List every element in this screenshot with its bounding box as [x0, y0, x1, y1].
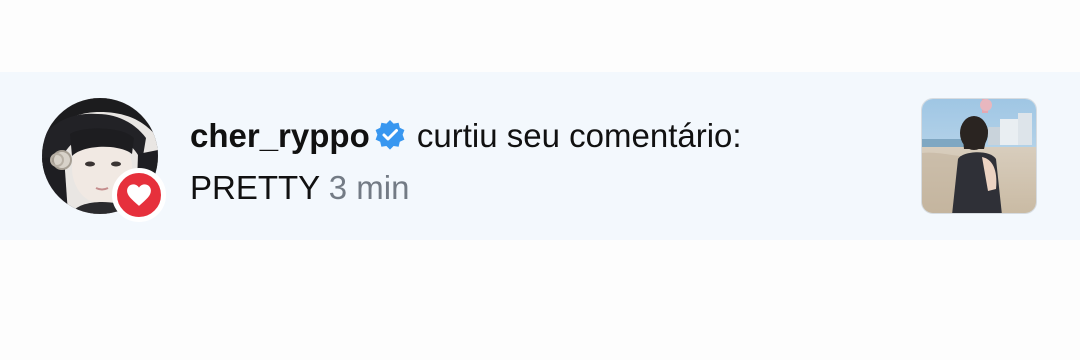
timestamp: 3 min — [328, 169, 410, 206]
notification-item[interactable]: cher_ryppo curtiu seu comentário: PRETTY… — [0, 72, 1080, 240]
like-badge — [112, 168, 166, 222]
action-text: curtiu seu comentário: — [416, 117, 742, 154]
post-thumbnail[interactable] — [921, 98, 1037, 214]
heart-icon — [127, 184, 151, 206]
notifications-screen: cher_ryppo curtiu seu comentário: PRETTY… — [0, 0, 1080, 360]
comment-text: PRETTY — [190, 169, 320, 206]
username-link[interactable]: cher_ryppo — [190, 117, 370, 154]
notification-text: cher_ryppo curtiu seu comentário: PRETTY… — [190, 112, 890, 212]
verified-badge-icon — [374, 116, 406, 164]
